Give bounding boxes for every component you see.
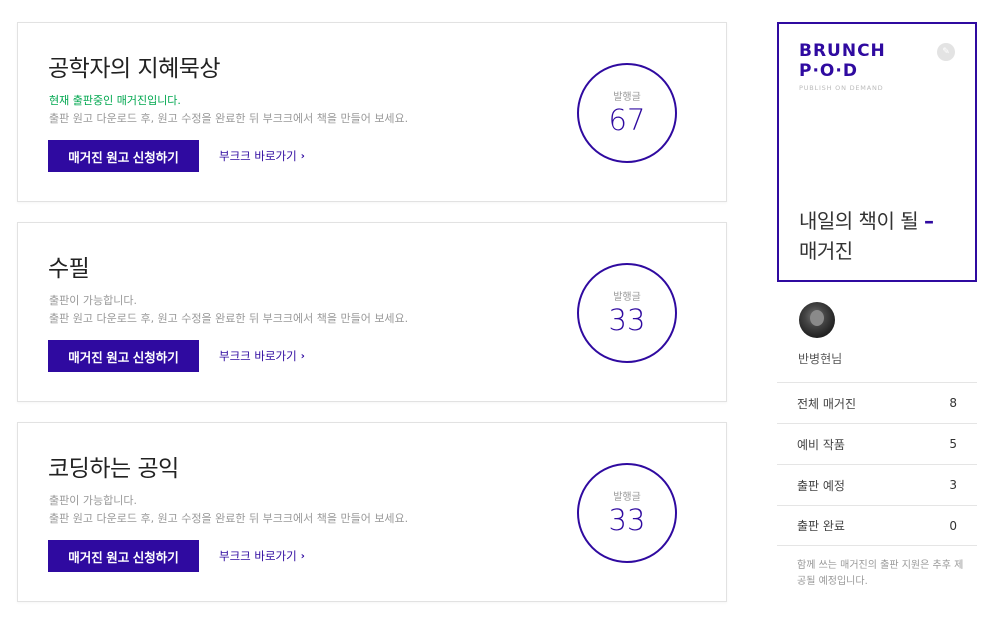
magazine-title: 코딩하는 공익: [48, 456, 179, 482]
pod-logo-text: P·O·D: [799, 61, 858, 81]
stat-row-preliminary: 예비 작품 5: [777, 423, 977, 464]
promo-title-line1: 내일의 책이 될: [799, 209, 919, 233]
stat-label: 전체 매거진: [797, 396, 857, 411]
stat-row-total: 전체 매거진 8: [777, 382, 977, 423]
magazine-description: 출판 원고 다운로드 후, 원고 수정을 완료한 뒤 부크크에서 책을 만들어 …: [49, 312, 409, 325]
avatar-face: [810, 310, 824, 326]
magazine-card: 코딩하는 공익 출판이 가능합니다. 출판 원고 다운로드 후, 원고 수정을 …: [17, 422, 727, 602]
apply-manuscript-button[interactable]: 매거진 원고 신청하기: [48, 140, 199, 172]
magazine-title: 공학자의 지혜묵상: [48, 56, 221, 82]
magazine-status: 출판이 가능합니다.: [49, 494, 137, 507]
stat-count: 5: [949, 437, 957, 451]
post-count-value: 33: [608, 502, 646, 537]
magazine-card: 수필 출판이 가능합니다. 출판 원고 다운로드 후, 원고 수정을 완료한 뒤…: [17, 222, 727, 402]
pod-logo-subtitle: PUBLISH ON DEMAND: [799, 84, 884, 92]
stat-row-scheduled: 출판 예정 3: [777, 464, 977, 505]
bookk-link[interactable]: 부크크 바로가기 ›: [219, 148, 305, 164]
magazine-title: 수필: [48, 256, 90, 282]
post-count-circle: 발행글 67: [577, 63, 677, 163]
stat-count: 3: [949, 478, 957, 492]
stat-count: 0: [949, 518, 957, 533]
chevron-right-icon: ›: [300, 350, 305, 362]
apply-manuscript-button[interactable]: 매거진 원고 신청하기: [48, 540, 199, 572]
chevron-right-icon: ›: [300, 150, 305, 162]
promo-title-dash: –: [923, 209, 934, 233]
bookk-link-label: 부크크 바로가기: [219, 149, 297, 163]
post-count-circle: 발행글 33: [577, 263, 677, 363]
bookk-link-label: 부크크 바로가기: [219, 349, 297, 363]
user-name: 반병현님: [798, 352, 843, 366]
magazine-description: 출판 원고 다운로드 후, 원고 수정을 완료한 뒤 부크크에서 책을 만들어 …: [49, 512, 409, 525]
bookk-link[interactable]: 부크크 바로가기 ›: [219, 548, 305, 564]
chevron-right-icon: ›: [300, 550, 305, 562]
magazine-stats: 전체 매거진 8 예비 작품 5 출판 예정 3 출판 완료 0: [777, 382, 977, 546]
post-count-value: 33: [608, 302, 646, 337]
post-count-label: 발행글: [613, 91, 641, 103]
page: 공학자의 지혜묵상 현재 출판중인 매거진입니다. 출판 원고 다운로드 후, …: [0, 0, 995, 618]
magazine-status: 출판이 가능합니다.: [49, 294, 137, 307]
stat-label: 출판 완료: [797, 519, 845, 533]
brunch-pod-banner[interactable]: BRUNCH P·O·D PUBLISH ON DEMAND ✎ 내일의 책이 …: [777, 22, 977, 282]
promo-title: 내일의 책이 될 – 매거진: [799, 206, 969, 266]
bookk-link[interactable]: 부크크 바로가기 ›: [219, 348, 305, 364]
post-count-value: 67: [608, 102, 646, 137]
pen-icon: ✎: [937, 43, 955, 61]
promo-title-line2: 매거진: [799, 239, 853, 263]
post-count-label: 발행글: [613, 291, 641, 303]
post-count-circle: 발행글 33: [577, 463, 677, 563]
stat-row-published: 출판 완료 0: [777, 505, 977, 546]
stat-count: 8: [949, 396, 957, 410]
apply-manuscript-button[interactable]: 매거진 원고 신청하기: [48, 340, 199, 372]
stat-label: 예비 작품: [797, 437, 845, 452]
magazine-card: 공학자의 지혜묵상 현재 출판중인 매거진입니다. 출판 원고 다운로드 후, …: [17, 22, 727, 202]
magazine-description: 출판 원고 다운로드 후, 원고 수정을 완료한 뒤 부크크에서 책을 만들어 …: [49, 112, 409, 125]
post-count-label: 발행글: [613, 491, 641, 503]
stat-label: 출판 예정: [797, 478, 845, 493]
shared-magazine-note: 함께 쓰는 매거진의 출판 지원은 추후 제공될 예정입니다.: [797, 560, 964, 587]
brunch-logo-text: BRUNCH: [799, 41, 886, 61]
magazine-status: 현재 출판중인 매거진입니다.: [49, 94, 181, 107]
bookk-link-label: 부크크 바로가기: [219, 549, 297, 563]
avatar[interactable]: [799, 302, 835, 338]
